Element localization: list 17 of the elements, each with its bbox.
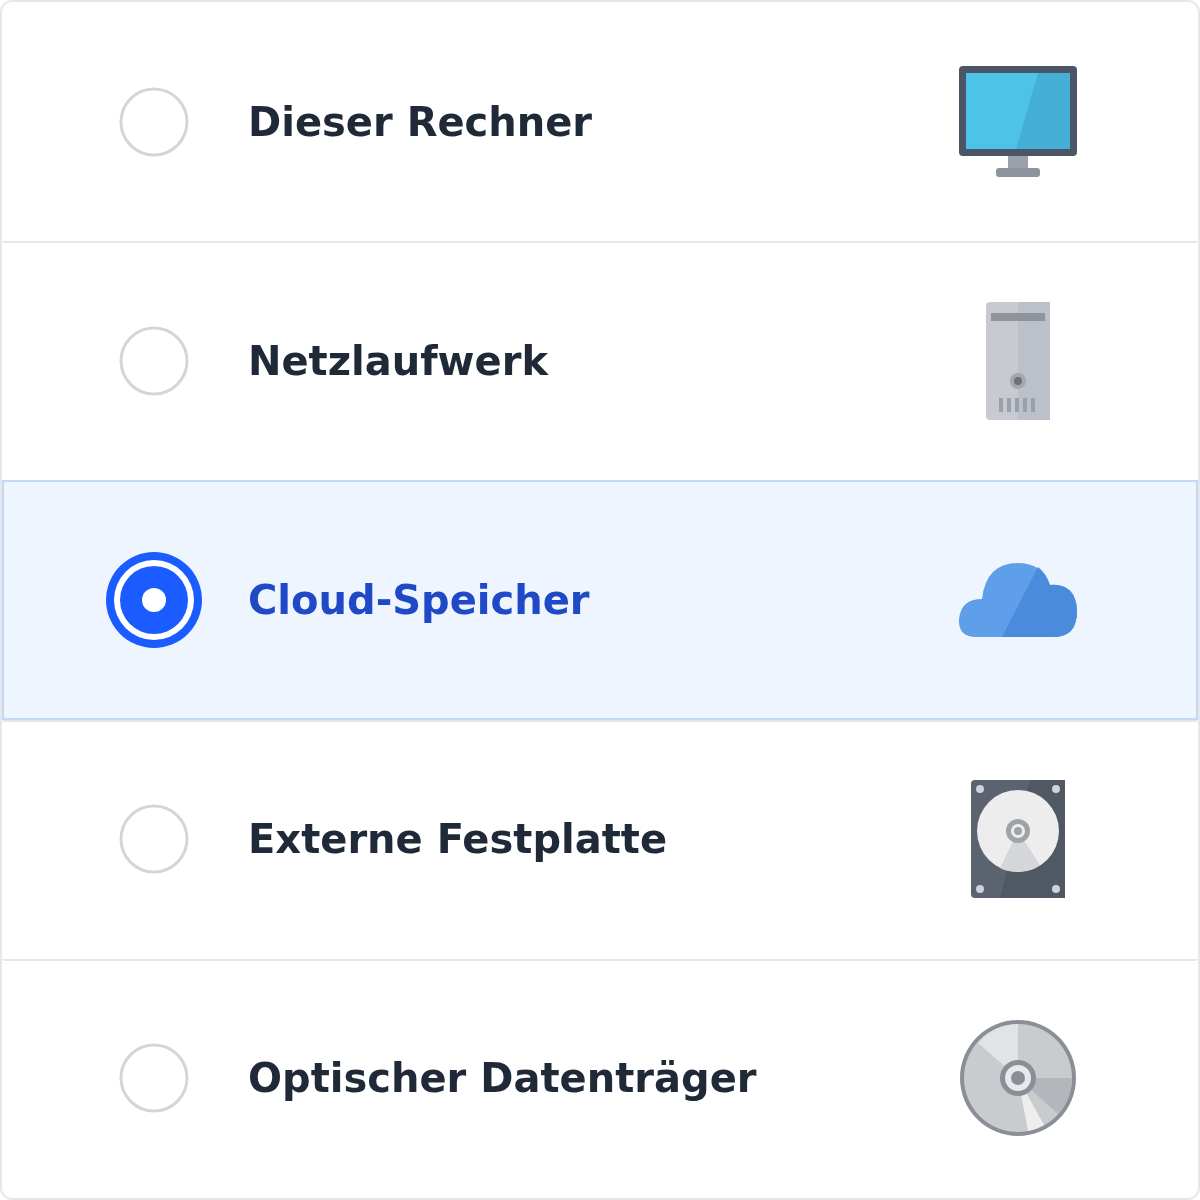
option-label: Dieser Rechner (248, 98, 594, 145)
cloud-icon (958, 561, 1078, 639)
radio-button[interactable] (119, 804, 189, 875)
radio-button[interactable] (119, 325, 189, 396)
computer-tower-icon (985, 300, 1051, 421)
option-label: Netzlaufwerk (248, 337, 550, 384)
storage-option[interactable]: Optischer Datenträger (2, 958, 1198, 1198)
hard-drive-icon (970, 779, 1066, 900)
monitor-icon (958, 64, 1078, 179)
radio-button[interactable] (119, 1043, 189, 1114)
storage-option[interactable]: Cloud-Speicher (2, 480, 1198, 720)
option-label: Cloud-Speicher (248, 577, 591, 623)
radio-button[interactable] (106, 552, 202, 648)
optical-disc-icon (958, 1018, 1078, 1139)
option-label: Externe Festplatte (248, 816, 669, 863)
radio-button[interactable] (119, 86, 189, 157)
option-label: Optischer Datenträger (248, 1055, 758, 1102)
